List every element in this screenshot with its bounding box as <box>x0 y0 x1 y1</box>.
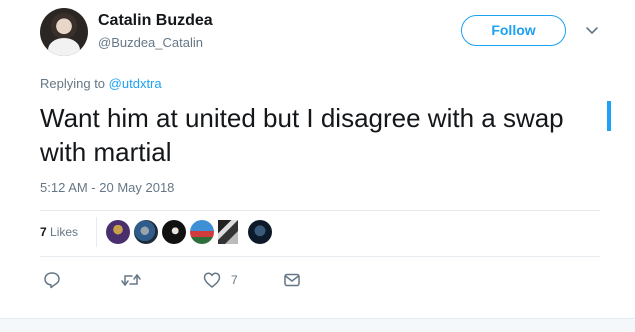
author-handle[interactable]: @Buzdea_Catalin <box>98 35 203 50</box>
liker-avatar-3[interactable] <box>162 220 186 244</box>
likes-separator <box>96 217 97 247</box>
direct-message-icon <box>284 273 300 287</box>
likes-number: 7 <box>40 225 47 239</box>
like-button[interactable] <box>202 270 222 290</box>
replying-to: Replying to @utdxtra <box>40 76 162 91</box>
reply-button[interactable] <box>42 270 62 290</box>
divider-bottom <box>40 256 600 257</box>
text-cursor <box>607 101 611 131</box>
liker-avatar-1[interactable] <box>106 220 130 244</box>
tweet-card: Catalin Buzdea @Buzdea_Catalin Follow Re… <box>0 0 635 318</box>
retweet-icon <box>121 274 141 286</box>
liker-avatar-4[interactable] <box>190 220 214 244</box>
chevron-down-icon <box>586 27 598 34</box>
replying-to-label: Replying to <box>40 76 106 91</box>
reply-mention-link[interactable]: @utdxtra <box>109 76 162 91</box>
retweet-button[interactable] <box>120 270 142 290</box>
follow-button[interactable]: Follow <box>461 15 566 46</box>
divider-top <box>40 210 600 211</box>
tweet-text: Want him at united but I disagree with a… <box>40 103 564 167</box>
liker-avatar-5[interactable] <box>218 220 238 244</box>
page-footer-strip <box>0 318 635 332</box>
author-avatar[interactable] <box>40 8 88 56</box>
liker-avatar-6[interactable] <box>248 220 272 244</box>
liker-avatar-2[interactable] <box>134 220 158 244</box>
more-options-button[interactable] <box>583 21 601 39</box>
likes-count-link[interactable]: 7 Likes <box>40 225 78 239</box>
like-icon <box>203 272 221 288</box>
direct-message-button[interactable] <box>282 270 302 290</box>
reply-icon <box>44 272 60 289</box>
like-count: 7 <box>231 273 238 287</box>
author-display-name[interactable]: Catalin Buzdea <box>98 12 213 30</box>
tweet-timestamp[interactable]: 5:12 AM - 20 May 2018 <box>40 180 174 195</box>
likes-text: Likes <box>50 225 79 239</box>
